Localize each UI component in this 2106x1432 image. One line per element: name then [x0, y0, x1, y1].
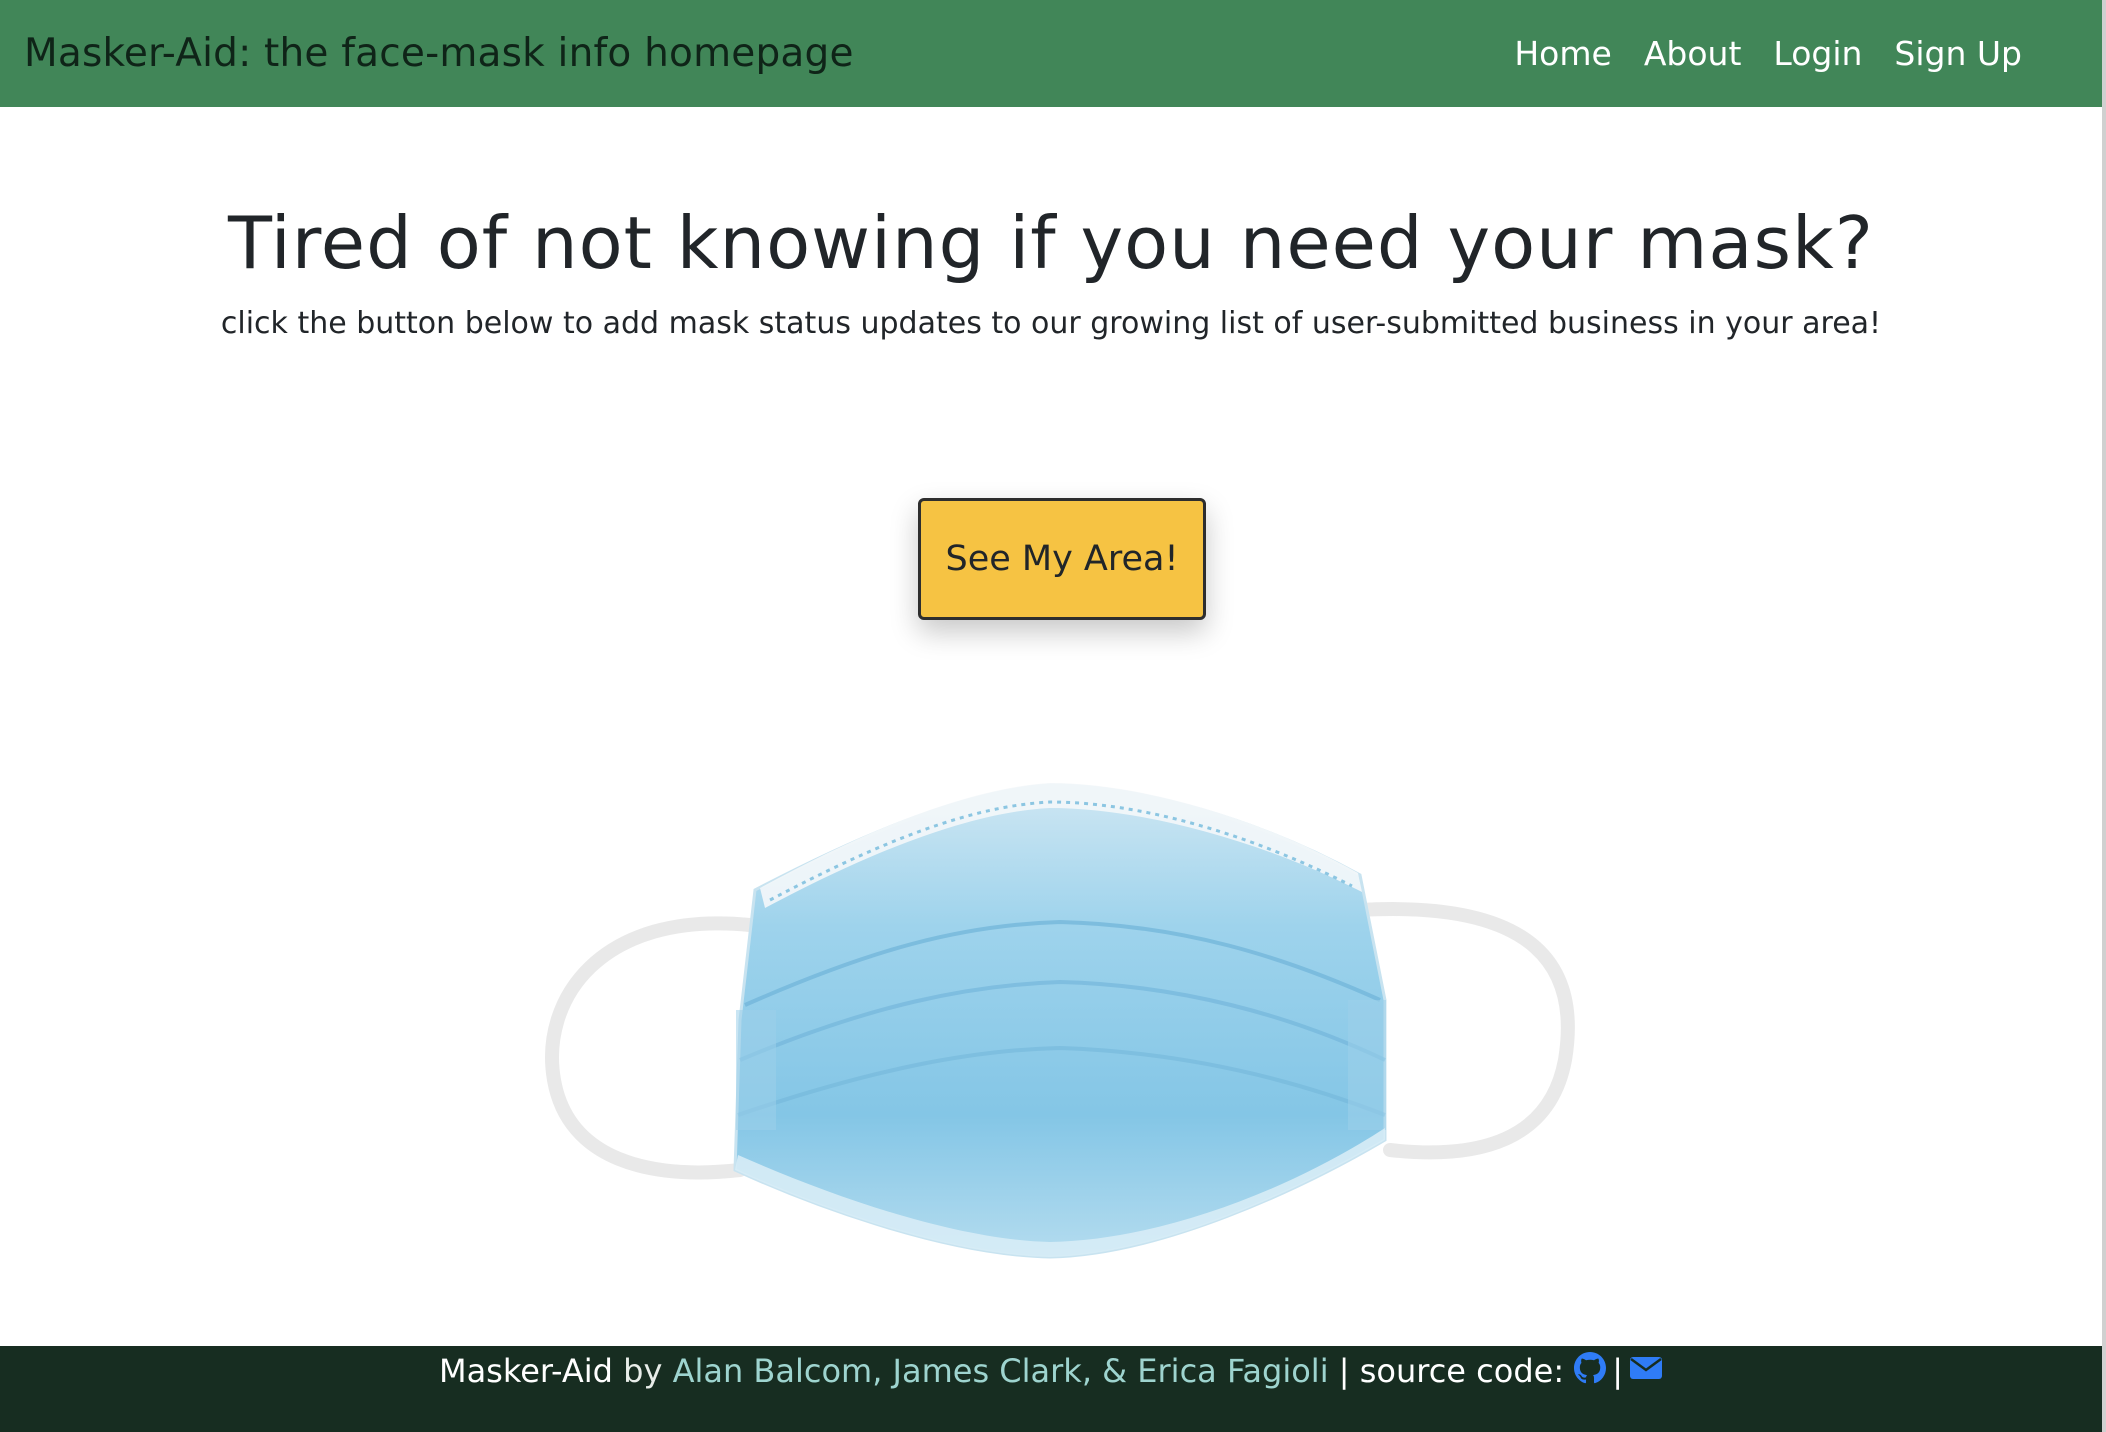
hero-section: Tired of not knowing if you need your ma… [0, 200, 2102, 342]
navbar: Masker-Aid: the face-mask info homepage … [0, 0, 2102, 107]
envelope-icon[interactable] [1629, 1352, 1663, 1390]
nav-link-signup[interactable]: Sign Up [1894, 34, 2022, 73]
brand-link[interactable]: Masker-Aid: the face-mask info homepage [24, 31, 854, 76]
see-my-area-button[interactable]: See My Area! [918, 498, 1206, 620]
hero-subtitle: click the button below to add mask statu… [220, 306, 1882, 342]
footer-by: by [623, 1352, 663, 1390]
nav-link-login[interactable]: Login [1773, 34, 1862, 73]
github-icon[interactable] [1574, 1352, 1607, 1392]
page: Masker-Aid: the face-mask info homepage … [0, 0, 2106, 1432]
footer-divider-2: | [1612, 1352, 1624, 1390]
footer-authors-link[interactable]: Alan Balcom, James Clark, & Erica Fagiol… [673, 1352, 1329, 1390]
hero-title: Tired of not knowing if you need your ma… [228, 201, 1874, 285]
footer-divider: | [1338, 1352, 1350, 1390]
footer-app-name: Masker-Aid [438, 1352, 613, 1390]
nav-links: Home About Login Sign Up [1514, 34, 2022, 73]
window-edge [2102, 0, 2106, 1432]
footer: Masker-Aid by Alan Balcom, James Clark, … [0, 1346, 2102, 1432]
footer-source-label: source code: [1359, 1352, 1565, 1390]
nav-link-home[interactable]: Home [1514, 34, 1611, 73]
face-mask-image [540, 760, 1580, 1280]
nav-link-about[interactable]: About [1644, 34, 1742, 73]
